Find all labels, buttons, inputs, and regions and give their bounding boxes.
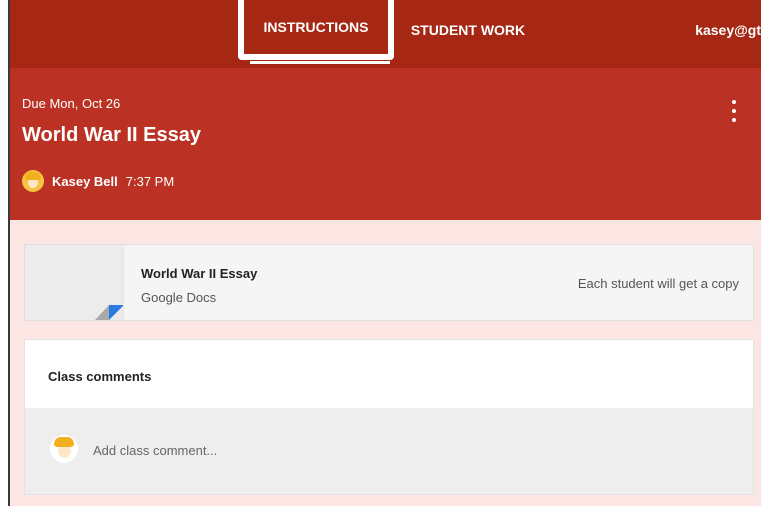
active-tab-indicator	[250, 61, 390, 64]
due-date: Due Mon, Oct 26	[22, 96, 121, 111]
doc-fold-blue	[109, 305, 123, 320]
tab-instructions[interactable]: INSTRUCTIONS	[238, 0, 394, 60]
author-info: Kasey Bell 7:37 PM	[22, 170, 174, 192]
class-comments-card: Class comments	[24, 339, 754, 495]
more-vert-icon[interactable]	[731, 100, 737, 122]
author-avatar	[22, 170, 44, 192]
attachment-type: Google Docs	[141, 290, 217, 305]
post-time: 7:37 PM	[125, 173, 175, 189]
tab-student-work[interactable]: STUDENT WORK	[398, 0, 538, 60]
user-email[interactable]: kasey@gt	[695, 0, 761, 60]
attachment-card[interactable]: World War II Essay Google Docs Each stud…	[24, 244, 754, 321]
commenter-avatar	[50, 435, 78, 463]
class-comments-title: Class comments	[48, 369, 152, 384]
comment-compose-row	[25, 408, 753, 494]
class-comment-input[interactable]	[93, 433, 733, 467]
window-left-border	[0, 0, 10, 506]
tab-instructions-label: INSTRUCTIONS	[263, 19, 369, 35]
assignment-header: Due Mon, Oct 26 World War II Essay Kasey…	[10, 68, 761, 220]
attachment-sharing-mode[interactable]: Each student will get a copy	[578, 276, 739, 291]
tab-student-work-label: STUDENT WORK	[410, 22, 526, 38]
assignment-title: World War II Essay	[22, 124, 201, 146]
doc-fold-grey	[95, 305, 109, 320]
top-bar: INSTRUCTIONS STUDENT WORK kasey@gt	[10, 0, 761, 68]
google-doc-thumbnail	[25, 245, 124, 320]
attachment-title: World War II Essay	[141, 266, 258, 281]
author-name: Kasey Bell	[52, 173, 118, 189]
